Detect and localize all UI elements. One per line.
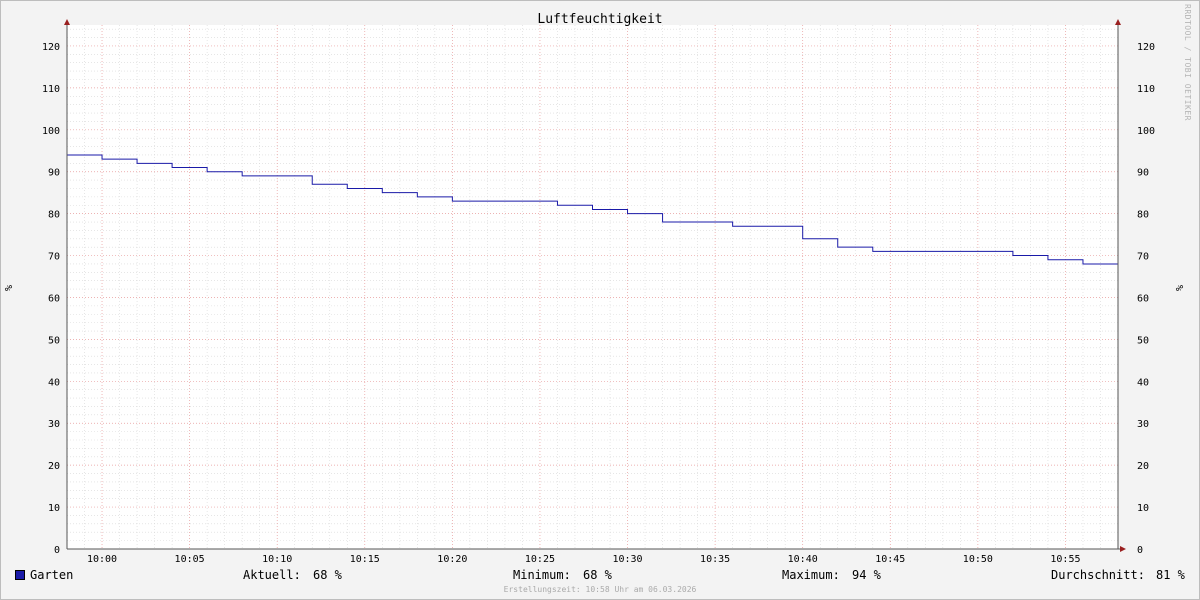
x-tick-label: 10:00: [87, 554, 117, 565]
x-axis-arrow: [1120, 546, 1126, 552]
y-tick-label: 90: [1137, 168, 1149, 179]
y-tick-label: 60: [1137, 293, 1149, 304]
legend-avg-label: Durchschnitt:: [1051, 568, 1145, 582]
y-tick-label: 110: [1137, 84, 1155, 95]
y-tick-label: 10: [1137, 503, 1149, 514]
y-tick-label: 120: [1137, 42, 1155, 53]
legend-min-value: 68 %: [583, 568, 612, 582]
y-tick-label: 30: [48, 419, 60, 430]
y-tick-label: 20: [1137, 461, 1149, 472]
x-tick-label: 10:35: [700, 554, 730, 565]
y-axis-label-right: %: [1175, 285, 1186, 291]
y-tick-label: 90: [48, 168, 60, 179]
y-tick-label: 70: [48, 252, 60, 263]
watermark: RRDTOOL / TOBI OETIKER: [1183, 4, 1192, 121]
y-axis-left-arrow: [64, 19, 70, 25]
x-tick-label: 10:45: [875, 554, 905, 565]
humidity-chart: 0 10 20 30 40 50 60 70 80 90 100 110 120 0 10 20 30 40 50…: [4, 12, 1186, 565]
chart-title: Luftfeuchtigkeit: [537, 12, 662, 27]
legend-min-label: Minimum:: [513, 568, 571, 582]
y-tick-labels-right: 0 10 20 30 40 50 60 70 80 90 100 110 120: [1137, 42, 1155, 556]
x-tick-label: 10:40: [788, 554, 818, 565]
y-tick-label: 100: [42, 126, 60, 137]
footer-timestamp: Erstellungszeit: 10:58 Uhr am 06.03.2026: [503, 585, 697, 594]
y-tick-label: 40: [1137, 377, 1149, 388]
legend-current-value: 68 %: [313, 568, 342, 582]
legend-series-name: Garten: [30, 568, 74, 582]
x-tick-label: 10:10: [262, 554, 292, 565]
y-tick-label: 10: [48, 503, 60, 514]
legend-current-label: Aktuell:: [243, 568, 301, 582]
y-tick-label: 50: [48, 335, 60, 346]
legend-swatch: [15, 570, 25, 580]
x-tick-label: 10:15: [350, 554, 380, 565]
y-axis-right-arrow: [1115, 19, 1121, 25]
y-tick-label: 0: [54, 545, 60, 556]
y-tick-label: 60: [48, 293, 60, 304]
y-tick-label: 80: [48, 210, 60, 221]
y-axis-label-left: %: [4, 285, 15, 291]
x-tick-label: 10:50: [963, 554, 993, 565]
legend-max-label: Maximum:: [782, 568, 840, 582]
y-tick-label: 20: [48, 461, 60, 472]
x-tick-label: 10:30: [612, 554, 642, 565]
y-tick-label: 100: [1137, 126, 1155, 137]
y-tick-label: 70: [1137, 252, 1149, 263]
y-tick-label: 30: [1137, 419, 1149, 430]
y-tick-label: 120: [42, 42, 60, 53]
x-tick-label: 10:20: [437, 554, 467, 565]
y-tick-label: 40: [48, 377, 60, 388]
legend-max-value: 94 %: [852, 568, 881, 582]
x-tick-label: 10:25: [525, 554, 555, 565]
y-tick-labels-left: 0 10 20 30 40 50 60 70 80 90 100 110 120: [42, 42, 60, 556]
x-tick-labels: 10:00 10:05 10:10 10:15 10:20 10:25 10:30 10:35…: [87, 554, 1081, 565]
legend-avg-value: 81 %: [1156, 568, 1185, 582]
y-tick-label: 0: [1137, 545, 1143, 556]
y-tick-label: 80: [1137, 210, 1149, 221]
y-tick-label: 110: [42, 84, 60, 95]
x-tick-label: 10:05: [175, 554, 205, 565]
y-tick-label: 50: [1137, 335, 1149, 346]
x-tick-label: 10:55: [1050, 554, 1080, 565]
